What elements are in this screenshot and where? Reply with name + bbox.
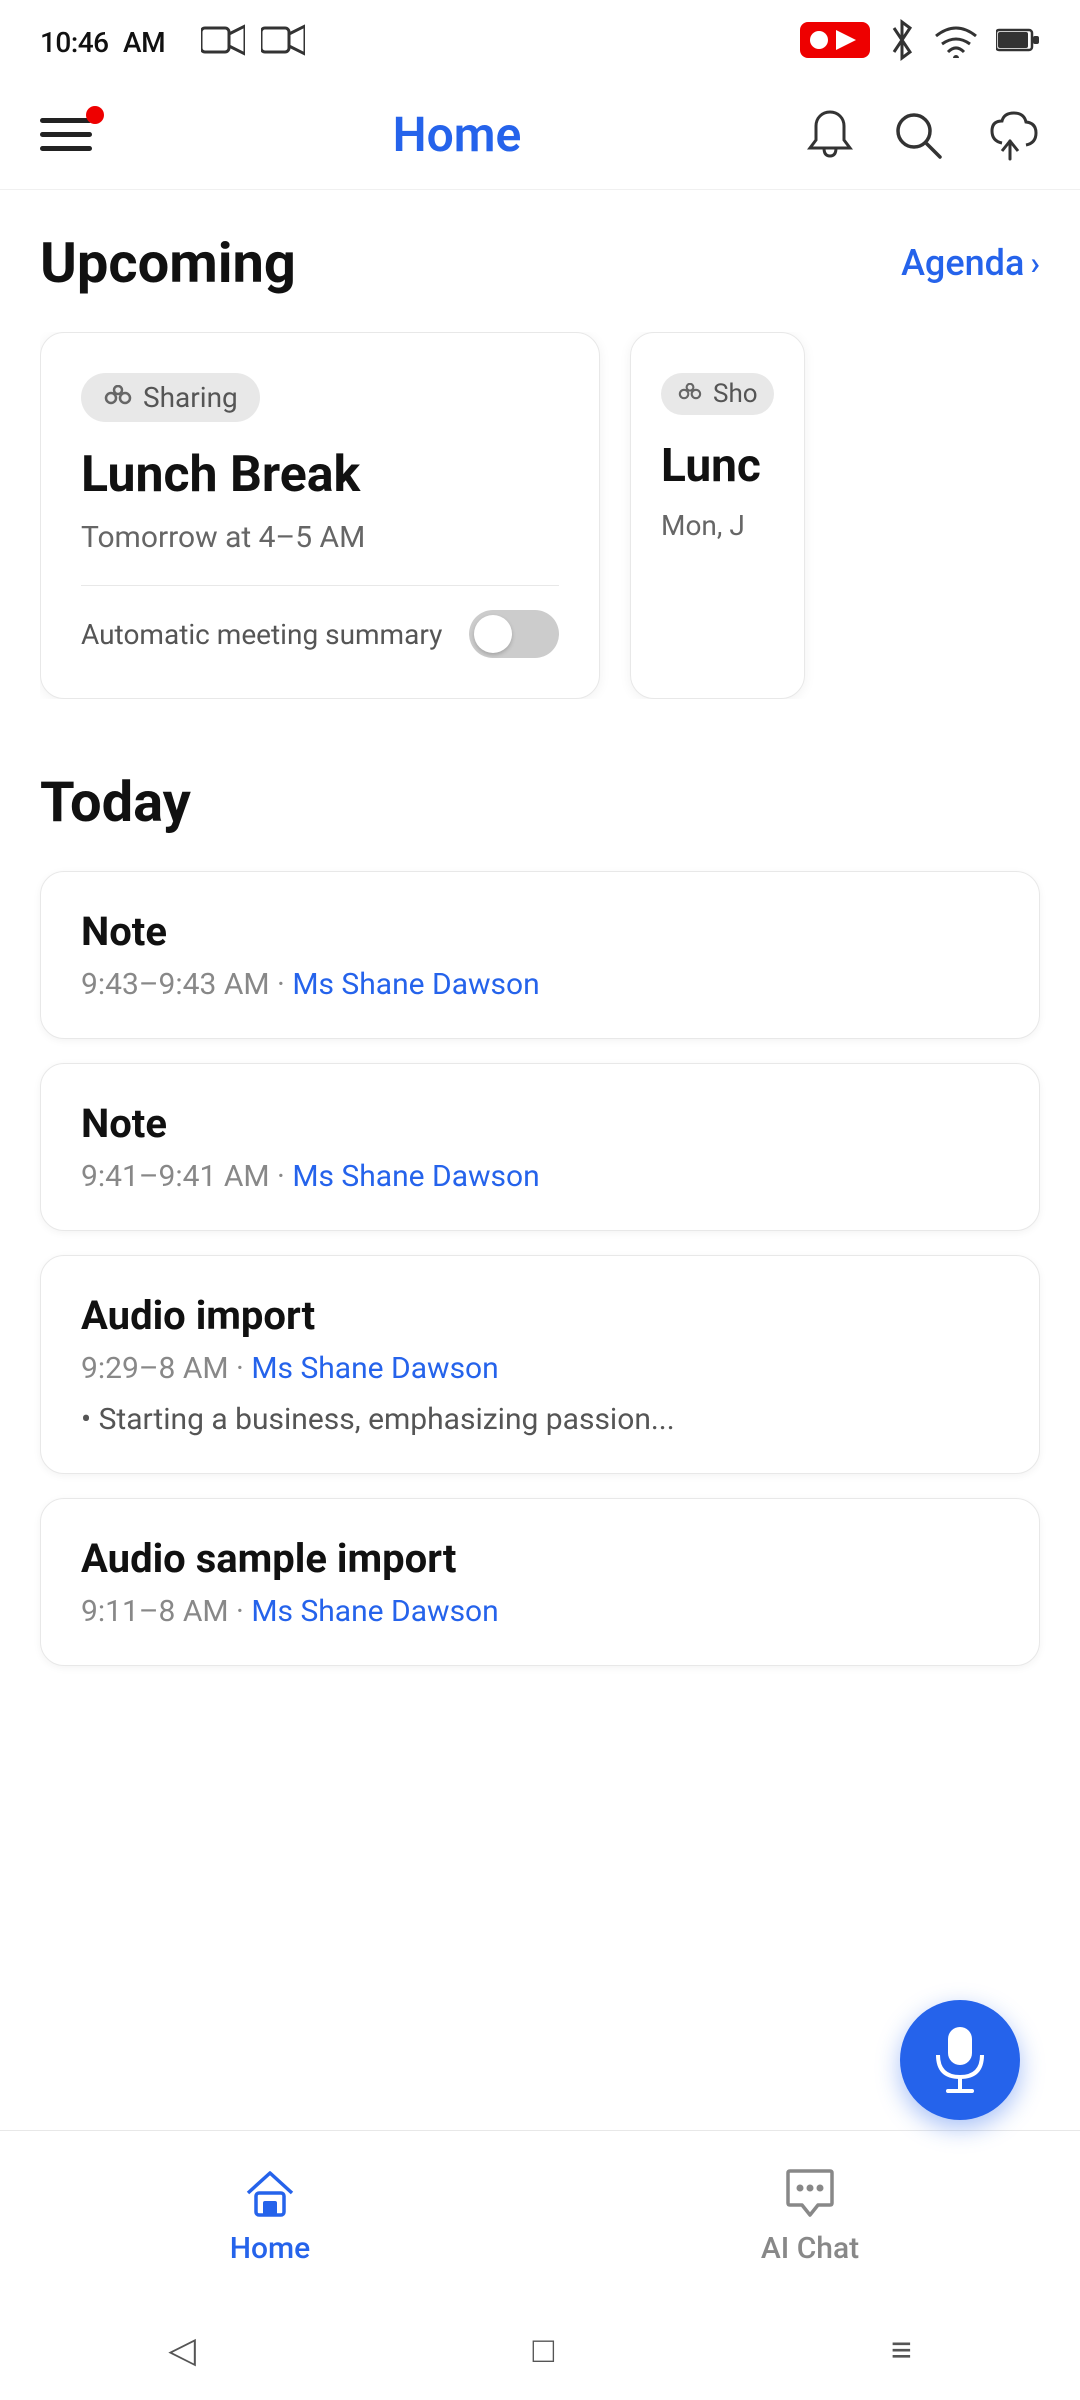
home-nav-label: Home (230, 2231, 311, 2266)
today-item-2[interactable]: Audio import 9:29–8 AM · Ms Shane Dawson… (40, 1255, 1040, 1474)
sharing-badge-2: Sho (661, 373, 774, 415)
today-item-2-bullet: • Starting a business, emphasizing passi… (81, 1402, 999, 1437)
header-icons (804, 108, 1040, 162)
sharing-text: Sharing (143, 381, 238, 414)
header-title: Home (393, 106, 522, 163)
card1-subtitle: Tomorrow at 4–5 AM (81, 520, 559, 555)
home-button[interactable]: □ (532, 2329, 554, 2371)
bottom-nav: Home AI Chat (0, 2130, 1080, 2300)
status-bar: 10:46 AM (0, 0, 1080, 80)
upcoming-header: Upcoming Agenda › (40, 230, 1040, 296)
status-time: 10:46 AM (40, 19, 165, 61)
wifi-icon (934, 22, 978, 58)
status-left: 10:46 AM (40, 19, 305, 61)
today-item-1-meta: 9:41–9:41 AM · Ms Shane Dawson (81, 1159, 999, 1194)
today-item-0-meta: 9:43–9:43 AM · Ms Shane Dawson (81, 967, 999, 1002)
sharing-badge: Sharing (81, 373, 260, 422)
ai-chat-nav-icon (782, 2165, 838, 2221)
upcoming-card-1[interactable]: Sharing Lunch Break Tomorrow at 4–5 AM A… (40, 332, 600, 699)
video-icon (201, 24, 245, 56)
card1-footer: Automatic meeting summary (81, 610, 559, 658)
today-item-1[interactable]: Note 9:41–9:41 AM · Ms Shane Dawson (40, 1063, 1040, 1231)
upcoming-card-2[interactable]: Sho Lunc Mon, J (630, 332, 805, 699)
card2-title: Lunc (661, 439, 774, 493)
today-item-1-title: Note (81, 1100, 999, 1147)
nav-home[interactable]: Home (0, 2165, 540, 2266)
ai-chat-nav-label: AI Chat (761, 2231, 859, 2266)
notification-dot (86, 106, 104, 124)
microphone-icon (932, 2025, 988, 2095)
time-value: 10:46 (40, 26, 109, 59)
today-item-3-meta: 9:11–8 AM · Ms Shane Dawson (81, 1594, 999, 1629)
main-content: Upcoming Agenda › Sharing Lunch (0, 190, 1080, 2130)
today-item-3-title: Audio sample import (81, 1535, 999, 1582)
today-items: Note 9:43–9:43 AM · Ms Shane Dawson Note… (40, 871, 1040, 1666)
nav-ai-chat[interactable]: AI Chat (540, 2165, 1080, 2266)
ampm-value: AM (123, 26, 165, 59)
card2-badge-text: Sho (713, 379, 758, 409)
today-item-3[interactable]: Audio sample import 9:11–8 AM · Ms Shane… (40, 1498, 1040, 1666)
card2-subtitle: Mon, J (661, 509, 774, 542)
system-bar: ◁ □ ≡ (0, 2300, 1080, 2400)
video2-icon (261, 24, 305, 56)
sharing-icon-2 (677, 383, 703, 405)
battery-icon (996, 26, 1040, 54)
header: Home (0, 80, 1080, 190)
sharing-icon (103, 385, 133, 411)
today-item-0-title: Note (81, 908, 999, 955)
card1-divider (81, 585, 559, 586)
status-right (800, 18, 1040, 62)
home-nav-icon (242, 2165, 298, 2221)
today-item-0[interactable]: Note 9:43–9:43 AM · Ms Shane Dawson (40, 871, 1040, 1039)
recording-icon (800, 22, 870, 58)
card1-footer-label: Automatic meeting summary (81, 618, 442, 651)
agenda-chevron-icon: › (1030, 244, 1040, 282)
today-item-2-meta: 9:29–8 AM · Ms Shane Dawson (81, 1351, 999, 1386)
record-fab[interactable] (900, 2000, 1020, 2120)
bell-icon[interactable] (804, 108, 856, 162)
upload-icon[interactable] (980, 109, 1040, 161)
bluetooth-icon (888, 18, 916, 62)
upcoming-title: Upcoming (40, 230, 296, 296)
agenda-link[interactable]: Agenda › (901, 242, 1040, 284)
menu-sys-button[interactable]: ≡ (891, 2329, 912, 2371)
today-item-2-title: Audio import (81, 1292, 999, 1339)
meeting-summary-toggle[interactable] (469, 610, 559, 658)
menu-button[interactable] (40, 100, 110, 170)
today-section: Today Note 9:43–9:43 AM · Ms Shane Dawso… (0, 719, 1080, 1686)
agenda-label: Agenda (901, 242, 1024, 284)
upcoming-cards: Sharing Lunch Break Tomorrow at 4–5 AM A… (40, 332, 1040, 699)
card1-title: Lunch Break (81, 446, 559, 504)
toggle-knob (474, 615, 512, 653)
today-title: Today (40, 769, 1040, 835)
upcoming-section: Upcoming Agenda › Sharing Lunch (0, 190, 1080, 719)
search-icon[interactable] (892, 109, 944, 161)
back-button[interactable]: ◁ (168, 2329, 196, 2371)
